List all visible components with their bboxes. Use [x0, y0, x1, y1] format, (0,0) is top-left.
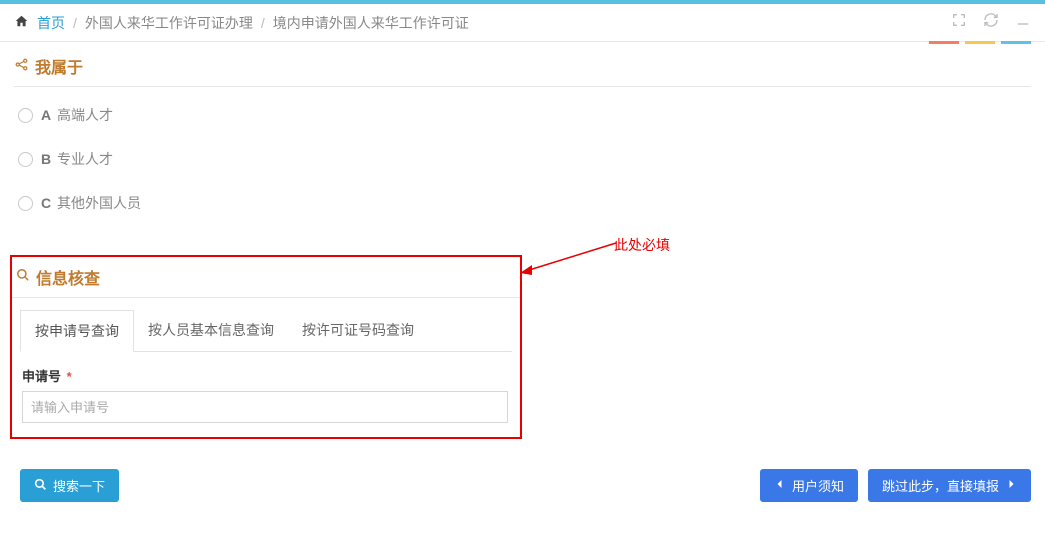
refresh-icon[interactable]: [983, 12, 999, 33]
radio-icon: [18, 196, 33, 211]
skip-button-label: 跳过此步，直接填报: [882, 476, 999, 495]
radio-icon: [18, 108, 33, 123]
user-notice-label: 用户须知: [792, 476, 844, 495]
breadcrumb-level2: 境内申请外国人来华工作许可证: [273, 13, 469, 33]
section-belong: 我属于 A 高端人才 B 专业人才 C 其他外国人员: [0, 44, 1045, 225]
tab-by-application-no[interactable]: 按申请号查询: [20, 310, 134, 352]
application-no-input[interactable]: [22, 391, 508, 423]
tab-by-person-info[interactable]: 按人员基本信息查询: [134, 310, 288, 351]
radio-label: A 高端人才: [41, 105, 113, 125]
radio-option-c[interactable]: C 其他外国人员: [14, 181, 1031, 225]
breadcrumb-row: 首页 / 外国人来华工作许可证办理 / 境内申请外国人来华工作许可证: [0, 4, 1045, 42]
tabs: 按申请号查询 按人员基本信息查询 按许可证号码查询: [20, 310, 512, 352]
fullscreen-icon[interactable]: [951, 12, 967, 33]
arrow-left-icon: [774, 478, 786, 493]
field-label: 申请号 *: [22, 366, 510, 385]
radio-label: C 其他外国人员: [41, 193, 141, 213]
section-title-text: 信息核查: [36, 265, 100, 289]
info-check-box: 信息核查 按申请号查询 按人员基本信息查询 按许可证号码查询 申请号 *: [10, 255, 522, 439]
right-buttons: 用户须知 跳过此步，直接填报: [760, 469, 1031, 502]
field-application-no: 申请号 *: [12, 352, 520, 423]
breadcrumb-sep: /: [73, 15, 77, 31]
annotation-wrap: 此处必填 信息核查 按申请号查询 按人员基本信息查询 按许可证号码查询 申请号 …: [10, 255, 1035, 439]
share-icon: [14, 57, 29, 76]
radio-icon: [18, 152, 33, 167]
user-notice-button[interactable]: 用户须知: [760, 469, 858, 502]
arrow-right-icon: [1005, 478, 1017, 493]
search-icon: [16, 268, 30, 286]
breadcrumb-sep: /: [261, 15, 265, 31]
annotation-arrow-icon: [520, 241, 620, 277]
radio-option-b[interactable]: B 专业人才: [14, 137, 1031, 181]
radio-label: B 专业人才: [41, 149, 113, 169]
skip-button[interactable]: 跳过此步，直接填报: [868, 469, 1031, 502]
required-mark: *: [67, 369, 72, 384]
section-title-check: 信息核查: [12, 257, 520, 298]
breadcrumb-home-link[interactable]: 首页: [37, 13, 65, 33]
radio-option-a[interactable]: A 高端人才: [14, 93, 1031, 137]
section-title-belong: 我属于: [14, 54, 1031, 87]
tab-by-permit-no[interactable]: 按许可证号码查询: [288, 310, 428, 351]
breadcrumb-level1: 外国人来华工作许可证办理: [85, 13, 253, 33]
footer-row: 搜索一下 用户须知 跳过此步，直接填报: [0, 439, 1045, 514]
search-button[interactable]: 搜索一下: [20, 469, 119, 502]
annotation-label: 此处必填: [614, 235, 670, 255]
search-button-label: 搜索一下: [53, 476, 105, 495]
toolbar-icons: [951, 12, 1031, 33]
minimize-icon[interactable]: [1015, 12, 1031, 33]
home-icon: [14, 14, 29, 31]
magnifier-icon: [34, 478, 47, 494]
section-title-text: 我属于: [35, 54, 83, 78]
breadcrumb: 首页 / 外国人来华工作许可证办理 / 境内申请外国人来华工作许可证: [14, 13, 469, 33]
